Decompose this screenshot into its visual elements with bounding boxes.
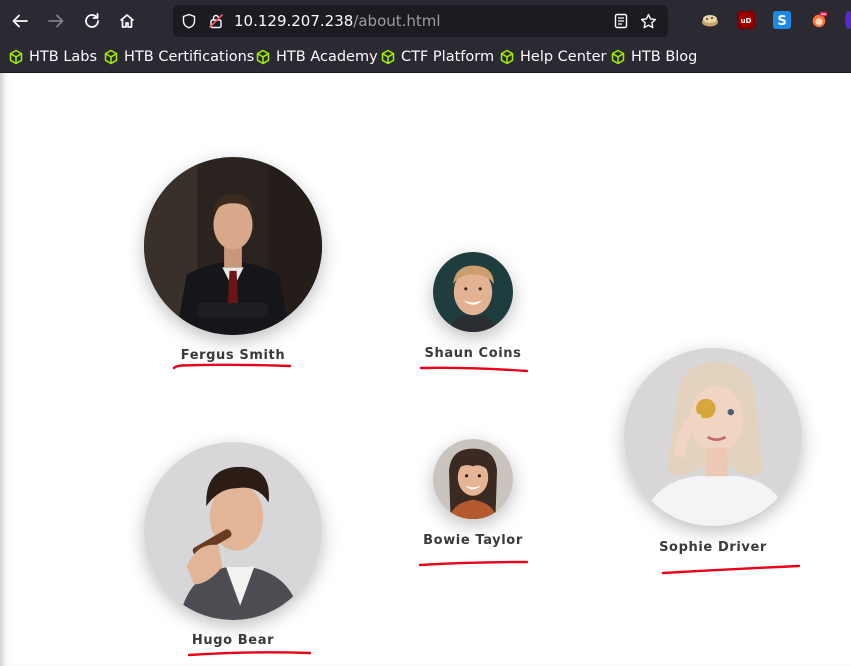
bookmark-label: HTB Labs [29,49,98,65]
member-name: Sophie Driver [659,540,767,555]
avatar-photo [433,439,513,519]
name-underline [418,560,529,567]
htb-cube-icon [104,49,118,65]
browser-toolbar: 10.129.207.238/about.html uD S [0,0,851,43]
svg-text:S: S [777,14,786,29]
bookmarks-toolbar: HTB Labs HTB Certifications HTB Academy … [0,43,851,73]
svg-text:uD: uD [741,17,752,25]
bookmark-htb-certifications[interactable]: HTB Certifications [103,47,254,67]
member-name: Shaun Coins [424,346,522,361]
member-name: Hugo Bear [191,633,275,648]
bookmark-label: Help Center [520,49,607,65]
url-path: /about.html [353,12,441,30]
avatar-photo [433,252,513,332]
bookmark-label: CTF Platform [401,49,495,65]
name-underline [172,363,292,370]
avatar-photo [144,157,322,335]
avatar-photo [144,442,322,620]
stylus-extension-icon[interactable]: S [773,11,791,29]
name-underline [661,564,801,575]
extension-overflow-icon[interactable] [845,11,851,29]
back-arrow-icon[interactable] [8,9,32,33]
forward-arrow-icon[interactable] [44,9,68,33]
bookmark-htb-blog[interactable]: HTB Blog [610,47,697,67]
member-name: Fergus Smith [180,348,286,363]
name-underline [187,651,312,657]
ublock-origin-icon[interactable]: uD [737,11,755,29]
bookmark-htb-labs[interactable]: HTB Labs [8,47,97,67]
tracking-protection-shield-icon[interactable] [181,13,197,33]
home-icon[interactable] [115,9,139,33]
insecure-connection-lock-icon[interactable] [208,13,224,33]
avatar-photo [624,348,802,526]
bookmark-htb-academy[interactable]: HTB Academy [255,47,378,67]
foxyproxy-extension-icon[interactable] [810,11,828,29]
bookmark-label: HTB Academy [276,49,378,65]
cookie-extension-icon[interactable] [701,11,719,29]
bookmark-label: HTB Blog [631,49,698,65]
bookmark-ctf-platform[interactable]: CTF Platform [380,47,494,67]
url-bar[interactable]: 10.129.207.238/about.html [173,5,668,37]
htb-cube-icon [611,49,625,65]
name-underline [419,366,529,373]
bookmark-help-center[interactable]: Help Center [499,47,606,67]
reader-view-icon[interactable] [613,13,629,33]
htb-cube-icon [256,49,270,65]
member-name: Bowie Taylor [423,533,523,548]
url-host: 10.129.207.238 [234,12,354,30]
htb-cube-icon [500,49,514,65]
url-text[interactable]: 10.129.207.238/about.html [234,12,441,30]
reload-icon[interactable] [80,9,104,33]
bookmark-label: HTB Certifications [124,49,255,65]
bookmark-star-icon[interactable] [640,13,657,34]
about-page: Fergus Smith Shaun Coins Sophie Driver H… [0,73,851,666]
htb-cube-icon [9,49,23,65]
htb-cube-icon [381,49,395,65]
